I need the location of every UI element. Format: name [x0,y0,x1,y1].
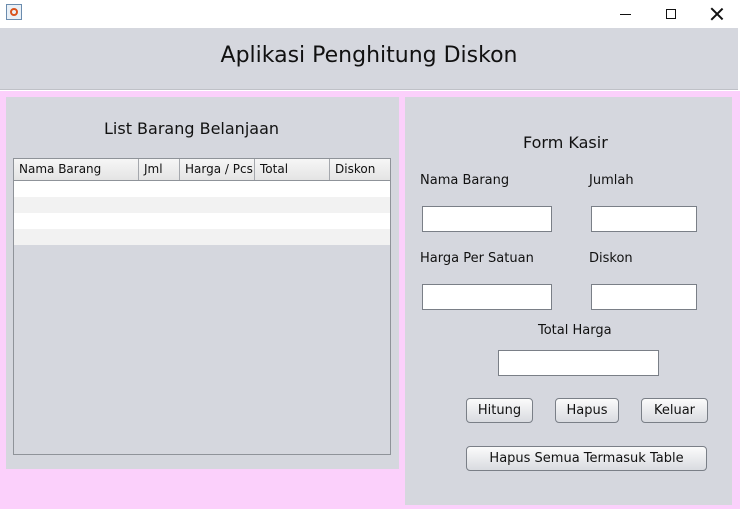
app-header: Aplikasi Penghitung Diskon [0,28,738,90]
maximize-button[interactable] [648,0,694,28]
total-harga-input[interactable] [498,350,659,376]
table-header: Nama Barang Jml Harga / Pcs Total Diskon [14,159,390,181]
minimize-icon [619,13,631,15]
table-row[interactable] [14,229,390,245]
java-app-icon [6,4,22,20]
column-header-harga-pcs[interactable]: Harga / Pcs [180,159,255,180]
jumlah-label: Jumlah [589,173,634,188]
harga-per-satuan-label: Harga Per Satuan [420,251,534,266]
maximize-icon [666,9,676,19]
harga-per-satuan-input[interactable] [422,284,552,310]
form-panel-title: Form Kasir [523,133,608,152]
column-header-diskon[interactable]: Diskon [330,159,390,180]
column-header-total[interactable]: Total [255,159,330,180]
nama-barang-label: Nama Barang [420,173,510,188]
keluar-button[interactable]: Keluar [641,398,708,423]
window-titlebar [0,0,740,28]
hapus-button[interactable]: Hapus [555,398,619,423]
table-row[interactable] [14,181,390,197]
minimize-button[interactable] [602,0,648,28]
list-panel-title: List Barang Belanjaan [104,119,280,138]
page-title: Aplikasi Penghitung Diskon [220,43,518,68]
column-header-jml[interactable]: Jml [139,159,180,180]
diskon-input[interactable] [591,284,697,310]
column-header-nama-barang[interactable]: Nama Barang [14,159,139,180]
table-row[interactable] [14,197,390,213]
diskon-label: Diskon [589,251,633,266]
shopping-list-table[interactable]: Nama Barang Jml Harga / Pcs Total Diskon [13,158,391,455]
table-row[interactable] [14,213,390,229]
total-harga-label: Total Harga [538,323,612,338]
nama-barang-input[interactable] [422,206,552,232]
jumlah-input[interactable] [591,206,697,232]
close-icon [711,8,723,20]
hapus-semua-button[interactable]: Hapus Semua Termasuk Table [466,446,707,471]
hitung-button[interactable]: Hitung [466,398,533,423]
close-button[interactable] [694,0,740,28]
